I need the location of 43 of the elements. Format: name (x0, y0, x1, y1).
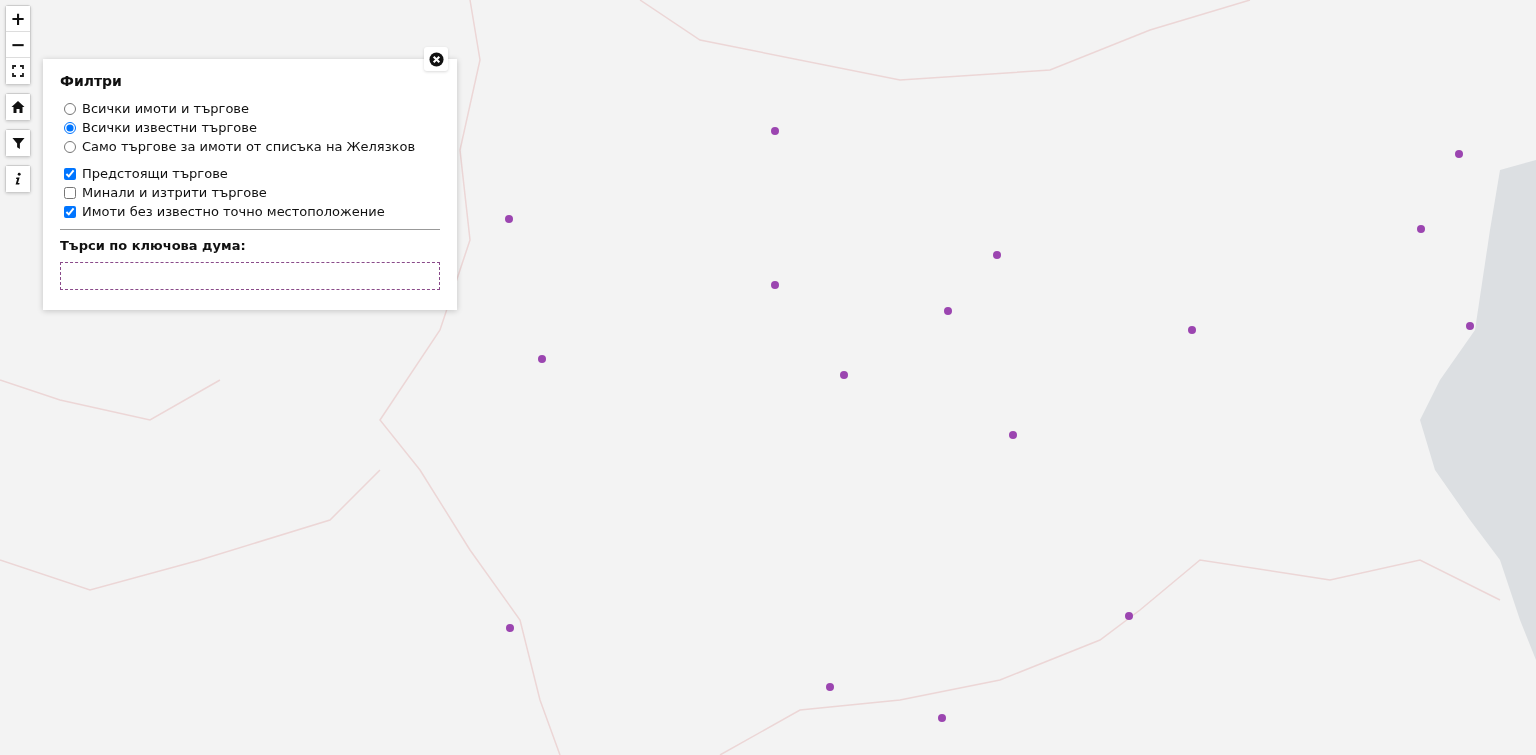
map-marker[interactable] (1455, 150, 1463, 158)
map-marker[interactable] (771, 127, 779, 135)
info-icon (14, 172, 22, 186)
search-field[interactable] (60, 262, 440, 290)
checkbox[interactable] (64, 186, 76, 199)
map-marker[interactable] (944, 307, 952, 315)
close-button[interactable] (424, 47, 448, 71)
filter-icon (11, 136, 25, 150)
map-marker[interactable] (538, 355, 546, 363)
map-marker[interactable] (506, 624, 514, 632)
panel-title: Филтри (60, 73, 123, 89)
option-label[interactable]: Само търгове за имоти от списъка на Желязков (82, 139, 416, 154)
close-icon (428, 51, 444, 67)
filter-button[interactable] (6, 130, 30, 156)
option-label[interactable]: Предстоящи търгове (82, 166, 228, 181)
option-label[interactable]: Всички имоти и търгове (82, 101, 250, 116)
map-marker[interactable] (1009, 431, 1017, 439)
home-button[interactable] (6, 94, 30, 120)
home-icon (11, 100, 25, 114)
zoom-in-button[interactable]: + (6, 6, 30, 32)
map-marker[interactable] (771, 281, 779, 289)
checkbox[interactable] (64, 167, 76, 180)
zoom-out-button[interactable]: − (6, 32, 30, 58)
map-marker[interactable] (1417, 225, 1425, 233)
option-label[interactable]: Имоти без известно точно местоположение (82, 204, 385, 219)
map-marker[interactable] (938, 714, 946, 722)
map-marker[interactable] (840, 371, 848, 379)
map-marker[interactable] (505, 215, 513, 223)
fullscreen-icon (12, 65, 24, 77)
map-marker[interactable] (1188, 326, 1196, 334)
map-marker[interactable] (826, 683, 834, 691)
radio-button[interactable] (64, 121, 76, 134)
option-label[interactable]: Минали и изтрити търгове (82, 185, 267, 200)
info-button[interactable] (6, 166, 30, 192)
option-label[interactable]: Всички известни търгове (82, 120, 257, 135)
map-marker[interactable] (1125, 612, 1133, 620)
radio-button[interactable] (64, 140, 76, 153)
map-marker[interactable] (993, 251, 1001, 259)
checkbox[interactable] (64, 205, 76, 218)
radio-button[interactable] (64, 102, 76, 115)
fullscreen-button[interactable] (6, 58, 30, 84)
search-label: Търси по ключова дума: (60, 238, 247, 253)
map-marker[interactable] (1466, 322, 1474, 330)
